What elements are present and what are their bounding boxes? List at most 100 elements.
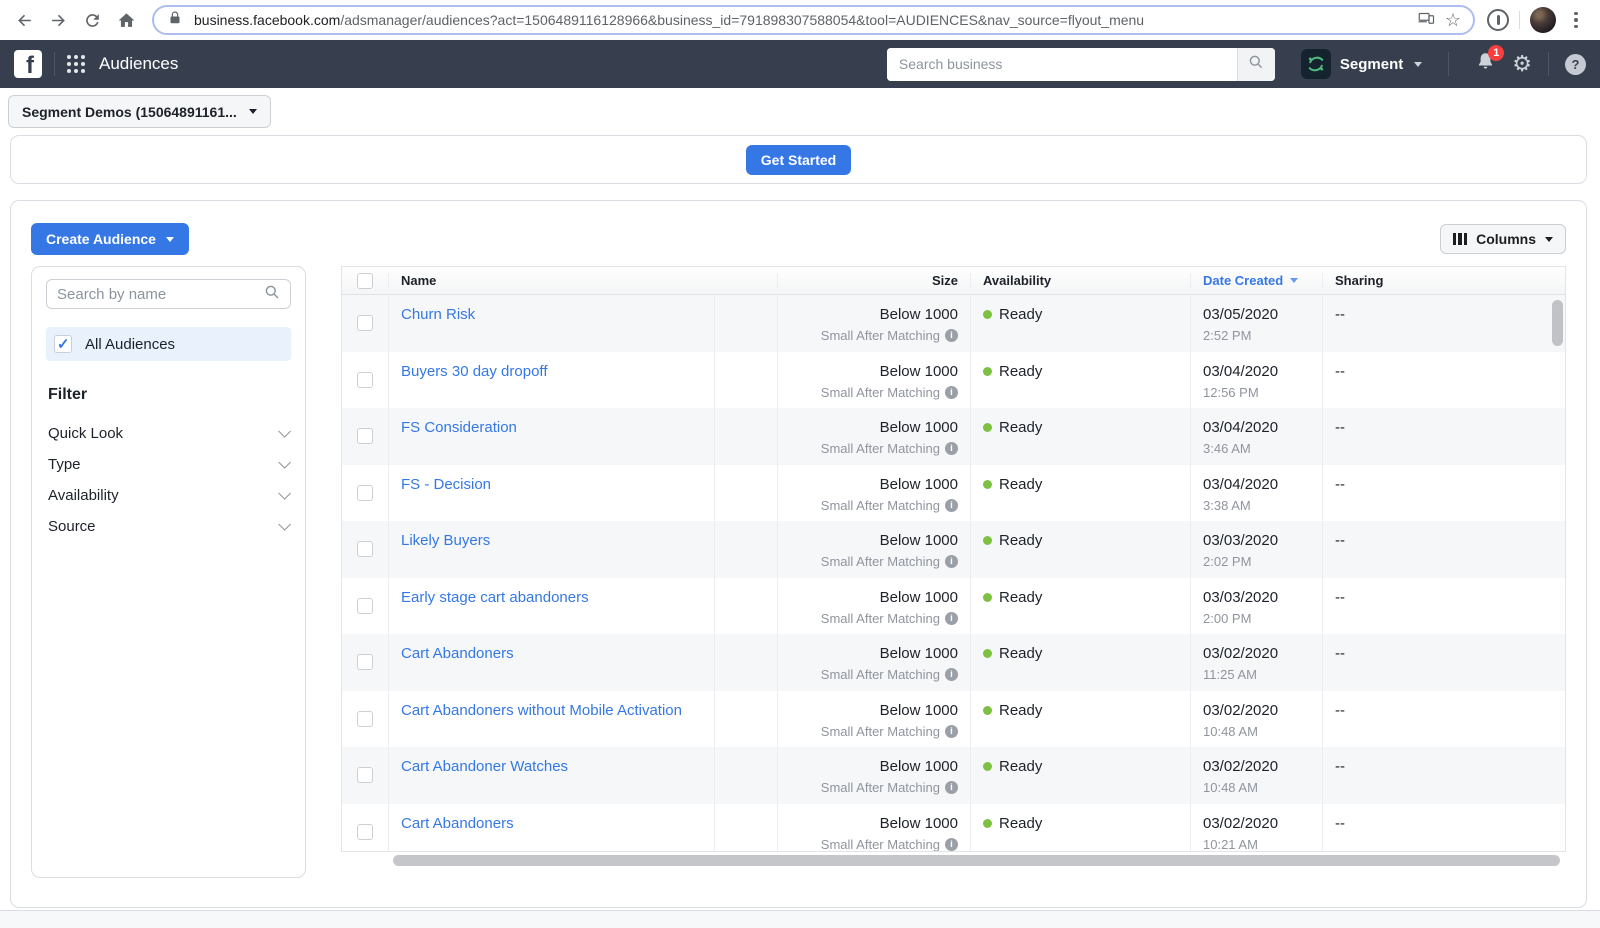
ad-account-selector[interactable]: Segment Demos (15064891161... — [8, 95, 271, 128]
audience-name-link[interactable]: Cart Abandoners — [401, 815, 514, 832]
name-search[interactable] — [46, 279, 291, 309]
business-search-input[interactable] — [887, 48, 1237, 81]
row-checkbox[interactable] — [357, 315, 373, 331]
audience-name-link[interactable]: Early stage cart abandoners — [401, 589, 589, 606]
info-icon[interactable]: i — [945, 555, 958, 568]
size-note: Small After Matching — [821, 667, 940, 682]
row-checkbox[interactable] — [357, 541, 373, 557]
create-audience-button[interactable]: Create Audience — [31, 223, 189, 255]
notifications-bell-icon[interactable]: 1 — [1475, 51, 1496, 77]
time-created: 2:00 PM — [1203, 611, 1251, 626]
extension-icon[interactable] — [1487, 9, 1509, 31]
audience-name-link[interactable]: Buyers 30 day dropoff — [401, 363, 547, 380]
vertical-scrollbar-thumb[interactable] — [1552, 300, 1563, 346]
account-bar: Segment Demos (15064891161... — [0, 88, 1600, 135]
audience-name-link[interactable]: Cart Abandoner Watches — [401, 758, 568, 775]
chevron-down-icon — [278, 425, 291, 438]
help-icon[interactable]: ? — [1565, 54, 1586, 75]
url-path: /adsmanager/audiences?act=15064891161289… — [340, 12, 1144, 28]
row-checkbox[interactable] — [357, 654, 373, 670]
row-checkbox[interactable] — [357, 767, 373, 783]
info-icon[interactable]: i — [945, 386, 958, 399]
date-created: 03/02/2020 — [1203, 815, 1278, 832]
lock-icon — [166, 9, 184, 32]
filter-item[interactable]: Type — [46, 449, 291, 480]
row-checkbox[interactable] — [357, 485, 373, 501]
filter-item[interactable]: Quick Look — [46, 418, 291, 449]
date-created: 03/02/2020 — [1203, 702, 1278, 719]
bookmark-star-icon[interactable]: ☆ — [1445, 11, 1461, 29]
home-icon[interactable] — [112, 6, 140, 34]
size-note: Small After Matching — [821, 328, 940, 343]
horizontal-scrollbar-thumb[interactable] — [393, 855, 1560, 866]
table-row: Likely Buyers Below 1000 Small After Mat… — [342, 521, 1565, 578]
time-created: 3:38 AM — [1203, 498, 1251, 513]
availability-status: Ready — [999, 702, 1042, 719]
column-header-name[interactable]: Name — [388, 273, 714, 288]
all-audiences-filter[interactable]: All Audiences — [46, 327, 291, 361]
browser-profile-avatar[interactable] — [1530, 7, 1556, 33]
filter-item[interactable]: Source — [46, 511, 291, 542]
audiences-toolbar: Create Audience Columns — [11, 201, 1586, 255]
send-to-devices-icon[interactable] — [1417, 9, 1435, 32]
info-icon[interactable]: i — [945, 329, 958, 342]
column-header-sharing[interactable]: Sharing — [1322, 273, 1565, 288]
audience-name-link[interactable]: Cart Abandoners without Mobile Activatio… — [401, 702, 682, 719]
row-checkbox[interactable] — [357, 824, 373, 840]
audience-size: Below 1000 — [880, 589, 958, 606]
audience-name-link[interactable]: Cart Abandoners — [401, 645, 514, 662]
column-header-availability[interactable]: Availability — [970, 273, 1190, 288]
info-icon[interactable]: i — [945, 725, 958, 738]
size-note: Small After Matching — [821, 498, 940, 513]
audience-name-link[interactable]: Likely Buyers — [401, 532, 490, 549]
sharing-value: -- — [1322, 465, 1565, 522]
audience-name-link[interactable]: Churn Risk — [401, 306, 475, 323]
browser-menu-icon[interactable] — [1562, 6, 1590, 34]
url-text[interactable]: business.facebook.com/adsmanager/audienc… — [194, 12, 1407, 28]
column-header-date-created[interactable]: Date Created — [1190, 273, 1322, 288]
date-created: 03/02/2020 — [1203, 645, 1278, 662]
info-icon[interactable]: i — [945, 668, 958, 681]
gear-icon[interactable]: ⚙ — [1512, 53, 1532, 75]
filter-item[interactable]: Availability — [46, 480, 291, 511]
notification-badge: 1 — [1488, 45, 1504, 61]
address-bar[interactable]: business.facebook.com/adsmanager/audienc… — [152, 5, 1475, 35]
search-icon — [264, 284, 280, 305]
info-icon[interactable]: i — [945, 612, 958, 625]
get-started-button[interactable]: Get Started — [746, 145, 851, 175]
forward-icon[interactable] — [44, 6, 72, 34]
select-all-checkbox[interactable] — [357, 273, 373, 289]
navbar-divider — [54, 52, 55, 76]
row-checkbox[interactable] — [357, 598, 373, 614]
time-created: 12:56 PM — [1203, 385, 1259, 400]
row-checkbox[interactable] — [357, 428, 373, 444]
business-switcher[interactable]: Segment — [1301, 49, 1422, 79]
info-icon[interactable]: i — [945, 781, 958, 794]
chevron-down-icon — [278, 456, 291, 469]
size-note: Small After Matching — [821, 554, 940, 569]
audience-name-link[interactable]: FS - Decision — [401, 476, 491, 493]
audience-name-link[interactable]: FS Consideration — [401, 419, 517, 436]
sharing-value: -- — [1322, 295, 1565, 352]
all-audiences-checkbox[interactable] — [54, 335, 72, 353]
column-header-size[interactable]: Size — [777, 273, 970, 288]
apps-grid-icon[interactable] — [67, 55, 85, 73]
info-icon[interactable]: i — [945, 838, 958, 851]
info-icon[interactable]: i — [945, 499, 958, 512]
filter-item-label: Availability — [48, 487, 119, 504]
business-search[interactable] — [887, 48, 1275, 81]
back-icon[interactable] — [10, 6, 38, 34]
table-row: Churn Risk Below 1000 Small After Matchi… — [342, 295, 1565, 352]
browser-toolbar: business.facebook.com/adsmanager/audienc… — [0, 0, 1600, 40]
facebook-logo-icon[interactable]: f — [14, 50, 42, 78]
sharing-value: -- — [1322, 804, 1565, 852]
row-checkbox[interactable] — [357, 372, 373, 388]
row-checkbox[interactable] — [357, 711, 373, 727]
info-icon[interactable]: i — [945, 442, 958, 455]
availability-status: Ready — [999, 363, 1042, 380]
columns-button[interactable]: Columns — [1440, 224, 1566, 254]
name-search-input[interactable] — [57, 286, 256, 303]
refresh-icon[interactable] — [78, 6, 106, 34]
search-icon[interactable] — [1237, 48, 1275, 81]
filter-list: Quick Look Type Availability Sou — [46, 418, 291, 542]
